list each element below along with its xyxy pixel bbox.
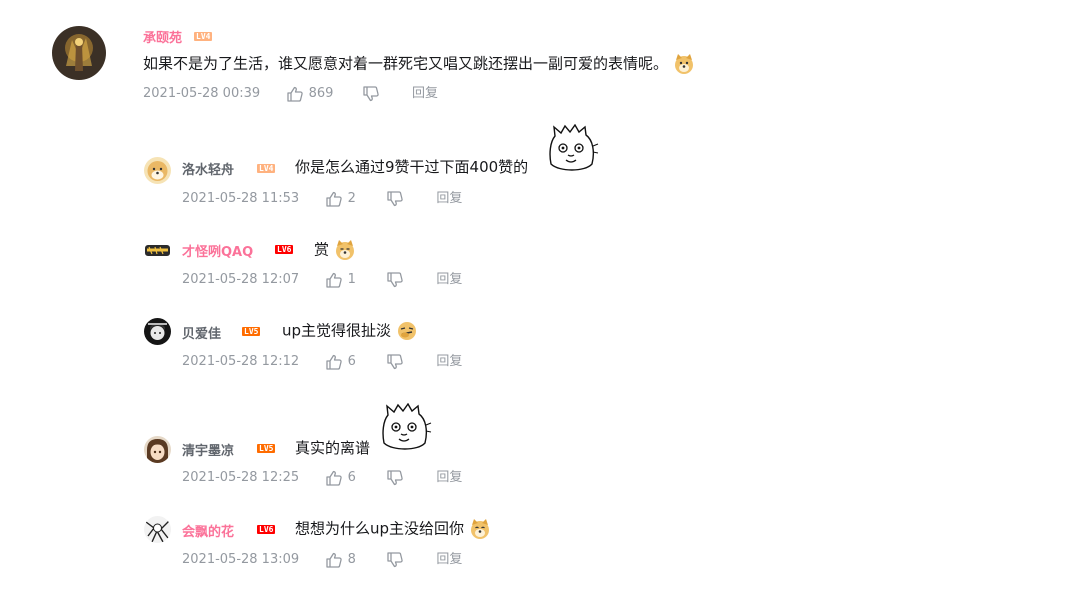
reply-time: 2021-05-28 12:07 xyxy=(182,272,300,287)
main-comment: 承颐苑 LV4 如果不是为了生活，谁又愿意对着一群死宅又唱又跳还摆出一副可爱的表… xyxy=(0,0,1067,110)
like-count: 2 xyxy=(347,191,356,206)
comment-meta: 2021-05-28 00:39 869 回复 xyxy=(143,85,438,103)
reply-item: 洛水轻舟 LV4 你是怎么通过9赞干过下面400赞的 2021-05-28 11… xyxy=(0,120,1067,212)
thumbs-down-icon[interactable] xyxy=(386,271,404,288)
reply-button[interactable]: 回复 xyxy=(436,552,462,567)
thumbs-up-icon[interactable] xyxy=(286,86,304,102)
reply-button[interactable]: 回复 xyxy=(436,191,462,206)
thumbs-up-icon[interactable] xyxy=(325,272,343,288)
username[interactable]: 才怪咧QAQ xyxy=(182,241,253,260)
avatar[interactable] xyxy=(144,436,171,463)
reply-button[interactable]: 回复 xyxy=(436,470,462,485)
avatar-image xyxy=(144,436,171,463)
reply-text: up主觉得很扯淡 xyxy=(282,320,418,342)
reply-text: 想想为什么up主没给回你 xyxy=(295,518,491,540)
reply-text-body: 赏 xyxy=(314,240,330,259)
like-count: 6 xyxy=(347,354,356,369)
reply-meta: 2021-05-28 12:07 1 回复 xyxy=(182,271,462,289)
reply-text: 赏 xyxy=(314,239,356,261)
cat-doodle-sticker xyxy=(382,403,432,450)
reply-item: 才怪咧QAQ LV6 赏 2021-05-28 12:07 1 回复 xyxy=(0,230,1067,300)
level-badge: LV6 xyxy=(257,525,276,534)
doge-emoji xyxy=(674,54,693,74)
doge-emoji xyxy=(397,322,416,340)
thumbs-down-icon[interactable] xyxy=(386,190,404,207)
reply-button[interactable]: 回复 xyxy=(436,272,462,287)
doge-emoji xyxy=(470,519,489,539)
cat-doodle-sticker xyxy=(549,124,599,171)
avatar[interactable] xyxy=(144,157,171,184)
like-count: 8 xyxy=(347,552,356,567)
avatar-image xyxy=(144,516,171,543)
level-badge: LV5 xyxy=(242,327,261,336)
level-badge: LV4 xyxy=(257,164,276,173)
avatar-image xyxy=(144,318,171,345)
thumbs-down-icon[interactable] xyxy=(386,469,404,486)
thumbs-up-icon[interactable] xyxy=(325,354,343,370)
comment-text-body: 如果不是为了生活，谁又愿意对着一群死宅又唱又跳还摆出一副可爱的表情呢。 xyxy=(143,54,669,73)
username[interactable]: 贝爱佳 xyxy=(182,323,221,342)
doge-emoji xyxy=(335,240,354,260)
username[interactable]: 会飘的花 xyxy=(182,521,234,540)
reply-time: 2021-05-28 13:09 xyxy=(182,552,300,567)
comment-time: 2021-05-28 00:39 xyxy=(143,86,261,101)
avatar[interactable] xyxy=(144,516,171,543)
like-count: 1 xyxy=(347,272,356,287)
username[interactable]: 承颐苑 xyxy=(143,27,182,46)
avatar[interactable] xyxy=(144,318,171,345)
thumbs-down-icon[interactable] xyxy=(362,85,380,102)
level-badge: LV4 xyxy=(194,32,213,41)
thumbs-down-icon[interactable] xyxy=(386,551,404,568)
thumbs-up-icon[interactable] xyxy=(325,470,343,486)
like-count: 6 xyxy=(347,470,356,485)
avatar-image xyxy=(144,237,171,264)
reply-meta: 2021-05-28 13:09 8 回复 xyxy=(182,551,462,569)
reply-time: 2021-05-28 11:53 xyxy=(182,191,300,206)
like-count: 869 xyxy=(308,86,334,101)
thumbs-down-icon[interactable] xyxy=(386,353,404,370)
reply-meta: 2021-05-28 12:25 6 回复 xyxy=(182,469,462,487)
avatar-image xyxy=(52,26,106,80)
reply-text: 你是怎么通过9赞干过下面400赞的 xyxy=(295,158,529,176)
reply-button[interactable]: 回复 xyxy=(436,354,462,369)
reply-time: 2021-05-28 12:25 xyxy=(182,470,300,485)
reply-text-body: up主觉得很扯淡 xyxy=(282,321,392,340)
avatar-image xyxy=(144,157,171,184)
thumbs-up-icon[interactable] xyxy=(325,191,343,207)
reply-time: 2021-05-28 12:12 xyxy=(182,354,300,369)
reply-meta: 2021-05-28 11:53 2 回复 xyxy=(182,190,462,208)
avatar[interactable] xyxy=(52,26,106,80)
reply-item: 贝爱佳 LV5 up主觉得很扯淡 2021-05-28 12:12 6 回复 xyxy=(0,312,1067,382)
reply-meta: 2021-05-28 12:12 6 回复 xyxy=(182,353,462,371)
thumbs-up-icon[interactable] xyxy=(325,552,343,568)
reply-text-body: 想想为什么up主没给回你 xyxy=(295,519,465,538)
username[interactable]: 清宇墨凉 xyxy=(182,440,234,459)
avatar[interactable] xyxy=(144,237,171,264)
comment-text: 如果不是为了生活，谁又愿意对着一群死宅又唱又跳还摆出一副可爱的表情呢。 xyxy=(143,53,695,75)
reply-item: 清宇墨凉 LV5 真实的离谱 2021-05-28 12:25 6 回复 xyxy=(0,400,1067,492)
level-badge: LV6 xyxy=(275,245,294,254)
username[interactable]: 洛水轻舟 xyxy=(182,159,234,178)
reply-text: 真实的离谱 xyxy=(295,439,371,457)
level-badge: LV5 xyxy=(257,444,276,453)
reply-button[interactable]: 回复 xyxy=(412,86,438,101)
reply-item: 会飘的花 LV6 想想为什么up主没给回你 2021-05-28 13:09 8… xyxy=(0,510,1067,580)
